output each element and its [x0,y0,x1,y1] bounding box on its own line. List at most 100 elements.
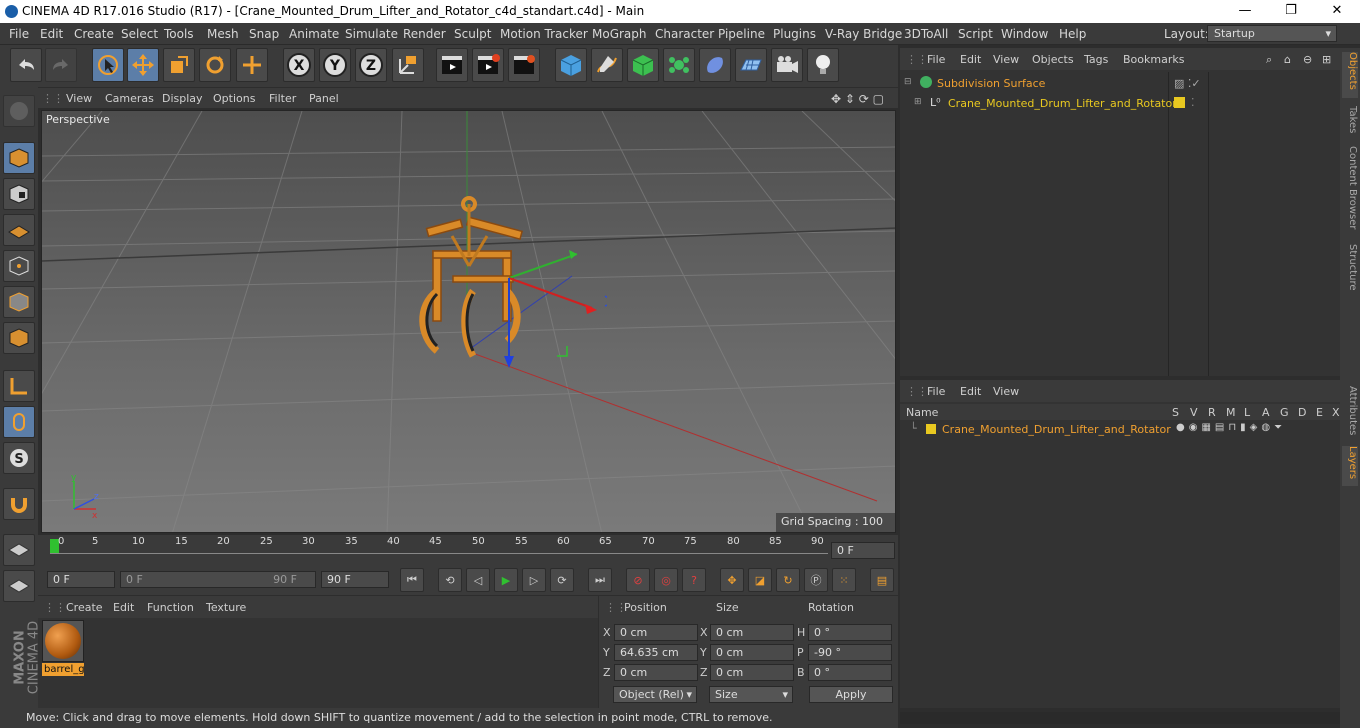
menu-mesh[interactable]: Mesh [207,27,239,41]
col-s[interactable]: S [1172,406,1179,419]
size-field[interactable]: 0 cm [710,644,794,661]
coordinate-system-button[interactable] [392,48,424,82]
object-row[interactable]: ⊞ L⁰ Crane_Mounted_Drum_Lifter_and_Rotat… [914,96,1177,112]
z-axis-button[interactable]: Z [355,48,387,82]
layer-row[interactable]: └ Crane_Mounted_Drum_Lifter_and_Rotator … [910,422,1340,438]
current-frame-field[interactable]: 0 F [831,542,895,559]
next-key-button[interactable]: ⟳ [550,568,574,592]
size-field[interactable]: 0 cm [710,664,794,681]
new-window-icon[interactable]: ⊞ [1322,53,1331,66]
obj-menu-file[interactable]: File [927,53,945,66]
layer-menu-file[interactable]: File [927,385,945,398]
position-field[interactable]: 64.635 cm [614,644,698,661]
size-field[interactable]: 0 cm [710,624,794,641]
obj-menu-tags[interactable]: Tags [1084,53,1108,66]
tab-attributes[interactable]: Attributes [1342,386,1358,435]
tab-structure[interactable]: Structure [1342,244,1358,291]
subdivision-surface-button[interactable] [627,48,659,82]
tab-content-browser[interactable]: Content Browser [1342,146,1358,229]
workplane-lock-button[interactable] [3,534,35,566]
timeline-ruler[interactable]: 0 5 10 15 20 25 30 35 40 45 50 55 60 65 … [38,535,898,565]
edges-mode-button[interactable] [3,286,35,318]
make-editable-button[interactable] [3,95,35,127]
menu-mograph[interactable]: MoGraph [592,27,647,41]
mat-menu-create[interactable]: Create [66,601,103,614]
range-slider[interactable]: 0 F 90 F [120,571,316,588]
vp-menu-panel[interactable]: Panel [309,92,339,105]
viewport-perspective[interactable]: Perspective y z x Grid Spacing: 100 [41,110,896,533]
coord-mode-dropdown[interactable]: Object (Rel) ▾ [613,686,697,703]
frame-field[interactable]: 0 F [47,571,115,588]
floor-button[interactable] [735,48,767,82]
layer-color-swatch[interactable] [926,424,936,434]
menu-pipeline[interactable]: Pipeline [718,27,765,41]
render-view-button[interactable] [436,48,468,82]
minimize-button[interactable]: — [1222,0,1268,23]
col-g[interactable]: G [1280,406,1289,419]
tab-layers[interactable]: Layers [1342,446,1358,486]
menu-tools[interactable]: Tools [164,27,194,41]
axis-mode-button[interactable] [3,370,35,402]
key-position-button[interactable]: ✥ [720,568,744,592]
col-m[interactable]: M [1226,406,1236,419]
menu-script[interactable]: Script [958,27,993,41]
home-icon[interactable]: ⌂ [1284,53,1291,66]
camera-button[interactable] [771,48,803,82]
col-v[interactable]: V [1190,406,1198,419]
mat-menu-edit[interactable]: Edit [113,601,134,614]
col-e[interactable]: E [1316,406,1323,419]
key-pla-button[interactable]: ⁙ [832,568,856,592]
record-button[interactable]: ⊘ [626,568,650,592]
menu-plugins[interactable]: Plugins [773,27,816,41]
pen-spline-button[interactable] [591,48,623,82]
light-button[interactable] [807,48,839,82]
redo-button[interactable] [45,48,77,82]
menu-3dtoall[interactable]: 3DToAll [904,27,948,41]
next-frame-button[interactable]: ▷ [522,568,546,592]
cube-button[interactable] [555,48,587,82]
max-frame-field[interactable]: 90 F [321,571,389,588]
vp-menu-view[interactable]: View [66,92,92,105]
menu-sculpt[interactable]: Sculpt [454,27,491,41]
tab-objects[interactable]: Objects [1342,52,1358,98]
vp-menu-cameras[interactable]: Cameras [105,92,154,105]
key-rotation-button[interactable]: ↻ [776,568,800,592]
menu-animate[interactable]: Animate [289,27,339,41]
menu-render[interactable]: Render [403,27,446,41]
polygons-mode-button[interactable] [3,322,35,354]
play-button[interactable]: ▶ [494,568,518,592]
vp-menu-display[interactable]: Display [162,92,203,105]
keyframe-selection-button[interactable]: ? [682,568,706,592]
close-button[interactable]: ✕ [1314,0,1360,23]
col-l[interactable]: L [1244,406,1250,419]
layer-flag-icons[interactable]: ●◉▦▤⊓▮◈◍⏷ [1176,422,1286,433]
rotation-field[interactable]: -90 ° [808,644,892,661]
menu-window[interactable]: Window [1001,27,1048,41]
menu-character[interactable]: Character [655,27,714,41]
x-axis-button[interactable]: X [283,48,315,82]
menu-motion-tracker[interactable]: Motion Tracker [500,27,588,41]
maximize-button[interactable]: ❐ [1268,0,1314,23]
visibility-dots-icon[interactable]: ⁚ [1191,96,1195,109]
go-to-start-button[interactable]: ⏮ [400,568,424,592]
obj-menu-edit[interactable]: Edit [960,53,981,66]
col-x[interactable]: X [1332,406,1340,419]
texture-mode-button[interactable] [3,178,35,210]
search-icon[interactable]: ⌕ [1266,53,1272,67]
mat-menu-texture[interactable]: Texture [206,601,246,614]
obj-menu-view[interactable]: View [993,53,1019,66]
snap-button[interactable]: S [3,442,35,474]
mat-menu-function[interactable]: Function [147,601,194,614]
drum-lifter-model[interactable] [407,196,607,376]
autokey-button[interactable]: ◎ [654,568,678,592]
object-row[interactable]: ⊟ Subdivision Surface [904,76,1168,92]
points-mode-button[interactable] [3,250,35,282]
menu-snap[interactable]: Snap [249,27,279,41]
layer-scrollbar[interactable] [900,712,1340,724]
key-param-button[interactable]: Ⓟ [804,568,828,592]
key-scale-button[interactable]: ◪ [748,568,772,592]
menu-simulate[interactable]: Simulate [345,27,398,41]
scale-tool-button[interactable] [163,48,195,82]
go-to-end-button[interactable]: ⏭ [588,568,612,592]
layer-menu-view[interactable]: View [993,385,1019,398]
